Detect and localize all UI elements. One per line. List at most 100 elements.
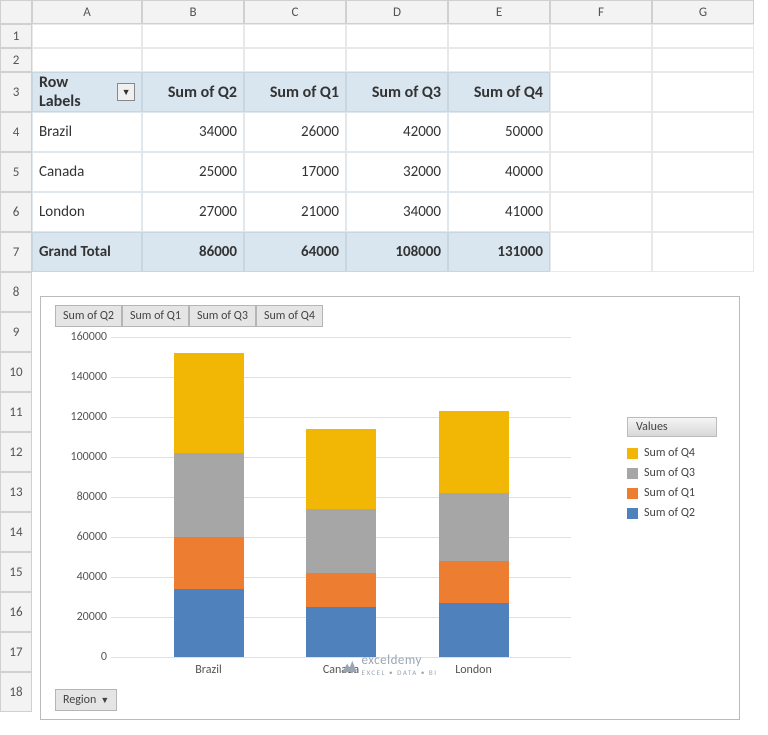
y-tick-label: 0 — [55, 650, 107, 664]
x-tick-label: Brazil — [174, 657, 244, 677]
row-header-9[interactable]: 9 — [0, 312, 32, 352]
cell-E2[interactable] — [448, 48, 550, 72]
cell-F6[interactable] — [550, 192, 652, 232]
pivot-total-2[interactable]: 108000 — [346, 232, 448, 272]
bar-segment — [174, 537, 244, 589]
chart-field-button-3[interactable]: Sum of Q4 — [256, 305, 323, 327]
pivot-col-header-0[interactable]: Sum of Q2 — [142, 72, 244, 112]
pivot-total-3[interactable]: 131000 — [448, 232, 550, 272]
row-header-6[interactable]: 6 — [0, 192, 32, 232]
bar-segment — [439, 561, 509, 603]
legend-swatch — [627, 508, 638, 519]
col-header-A[interactable]: A — [32, 0, 142, 24]
pivot-total-1[interactable]: 64000 — [244, 232, 346, 272]
bar-segment — [306, 573, 376, 607]
y-tick-label: 60000 — [55, 530, 107, 544]
y-tick-label: 100000 — [55, 450, 107, 464]
pivot-row-2-val-2[interactable]: 34000 — [346, 192, 448, 232]
row-header-7[interactable]: 7 — [0, 232, 32, 272]
cell-G4[interactable] — [652, 112, 754, 152]
cell-G6[interactable] — [652, 192, 754, 232]
pivot-row-1-val-2[interactable]: 32000 — [346, 152, 448, 192]
cell-G3[interactable] — [652, 72, 754, 112]
row-header-14[interactable]: 14 — [0, 512, 32, 552]
bar-segment — [306, 429, 376, 509]
chart-y-axis: 0200004000060000800001000001200001400001… — [55, 337, 107, 657]
row-header-10[interactable]: 10 — [0, 352, 32, 392]
row-header-12[interactable]: 12 — [0, 432, 32, 472]
pivot-col-header-2[interactable]: Sum of Q3 — [346, 72, 448, 112]
col-header-D[interactable]: D — [346, 0, 448, 24]
cell-B2[interactable] — [142, 48, 244, 72]
cell-G1[interactable] — [652, 24, 754, 48]
cell-A1[interactable] — [32, 24, 142, 48]
pivot-row-1-val-3[interactable]: 40000 — [448, 152, 550, 192]
pivot-col-header-3[interactable]: Sum of Q4 — [448, 72, 550, 112]
cell-F4[interactable] — [550, 112, 652, 152]
cell-C2[interactable] — [244, 48, 346, 72]
pivot-row-0-val-0[interactable]: 34000 — [142, 112, 244, 152]
row-header-3[interactable]: 3 — [0, 72, 32, 112]
cell-G7[interactable] — [652, 232, 754, 272]
pivot-row-2-val-0[interactable]: 27000 — [142, 192, 244, 232]
pivot-row-0-val-3[interactable]: 50000 — [448, 112, 550, 152]
select-all-corner[interactable] — [0, 0, 32, 24]
pivot-row-2-val-1[interactable]: 21000 — [244, 192, 346, 232]
bar-segment — [306, 509, 376, 573]
watermark: exceldemy EXCEL • DATA • BI — [343, 653, 438, 677]
region-filter-button[interactable]: Region ▼ — [55, 689, 117, 711]
row-header-4[interactable]: 4 — [0, 112, 32, 152]
cell-A2[interactable] — [32, 48, 142, 72]
legend-label: Sum of Q3 — [644, 466, 695, 480]
row-header-17[interactable]: 17 — [0, 632, 32, 672]
watermark-brand: exceldemy — [362, 653, 422, 668]
spreadsheet-grid[interactable]: A B C D E F G 1 2 3 Row Labels ▼ Sum of … — [0, 0, 768, 272]
cell-G2[interactable] — [652, 48, 754, 72]
chart-field-button-1[interactable]: Sum of Q1 — [122, 305, 189, 327]
pivot-row-1-label[interactable]: Canada — [32, 152, 142, 192]
row-header-13[interactable]: 13 — [0, 472, 32, 512]
pivot-row-0-val-1[interactable]: 26000 — [244, 112, 346, 152]
cell-E1[interactable] — [448, 24, 550, 48]
cell-C1[interactable] — [244, 24, 346, 48]
cell-B1[interactable] — [142, 24, 244, 48]
cell-F1[interactable] — [550, 24, 652, 48]
cell-F3[interactable] — [550, 72, 652, 112]
pivot-row-0-label[interactable]: Brazil — [32, 112, 142, 152]
row-header-18[interactable]: 18 — [0, 672, 32, 712]
pivot-row-1-val-1[interactable]: 17000 — [244, 152, 346, 192]
row-header-2[interactable]: 2 — [0, 48, 32, 72]
pivot-grand-total-label[interactable]: Grand Total — [32, 232, 142, 272]
pivot-row-labels-header[interactable]: Row Labels ▼ — [32, 72, 142, 112]
pivot-row-1-val-0[interactable]: 25000 — [142, 152, 244, 192]
pivot-chart[interactable]: Sum of Q2 Sum of Q1 Sum of Q3 Sum of Q4 … — [40, 296, 740, 720]
col-header-G[interactable]: G — [652, 0, 754, 24]
pivot-row-2-val-3[interactable]: 41000 — [448, 192, 550, 232]
row-header-11[interactable]: 11 — [0, 392, 32, 432]
pivot-col-header-1[interactable]: Sum of Q1 — [244, 72, 346, 112]
row-header-15[interactable]: 15 — [0, 552, 32, 592]
col-header-E[interactable]: E — [448, 0, 550, 24]
cell-F5[interactable] — [550, 152, 652, 192]
legend-label: Sum of Q4 — [644, 446, 695, 460]
bar-segment — [439, 603, 509, 657]
cell-F7[interactable] — [550, 232, 652, 272]
row-header-16[interactable]: 16 — [0, 592, 32, 632]
col-header-C[interactable]: C — [244, 0, 346, 24]
cell-G5[interactable] — [652, 152, 754, 192]
row-header-1[interactable]: 1 — [0, 24, 32, 48]
col-header-F[interactable]: F — [550, 0, 652, 24]
chart-field-button-0[interactable]: Sum of Q2 — [55, 305, 122, 327]
pivot-row-0-val-2[interactable]: 42000 — [346, 112, 448, 152]
cell-D1[interactable] — [346, 24, 448, 48]
col-header-B[interactable]: B — [142, 0, 244, 24]
pivot-row-2-label[interactable]: London — [32, 192, 142, 232]
pivot-total-0[interactable]: 86000 — [142, 232, 244, 272]
dropdown-icon[interactable]: ▼ — [117, 83, 135, 101]
cell-F2[interactable] — [550, 48, 652, 72]
row-header-8[interactable]: 8 — [0, 272, 32, 312]
y-tick-label: 160000 — [55, 330, 107, 344]
row-header-5[interactable]: 5 — [0, 152, 32, 192]
chart-field-button-2[interactable]: Sum of Q3 — [189, 305, 256, 327]
cell-D2[interactable] — [346, 48, 448, 72]
